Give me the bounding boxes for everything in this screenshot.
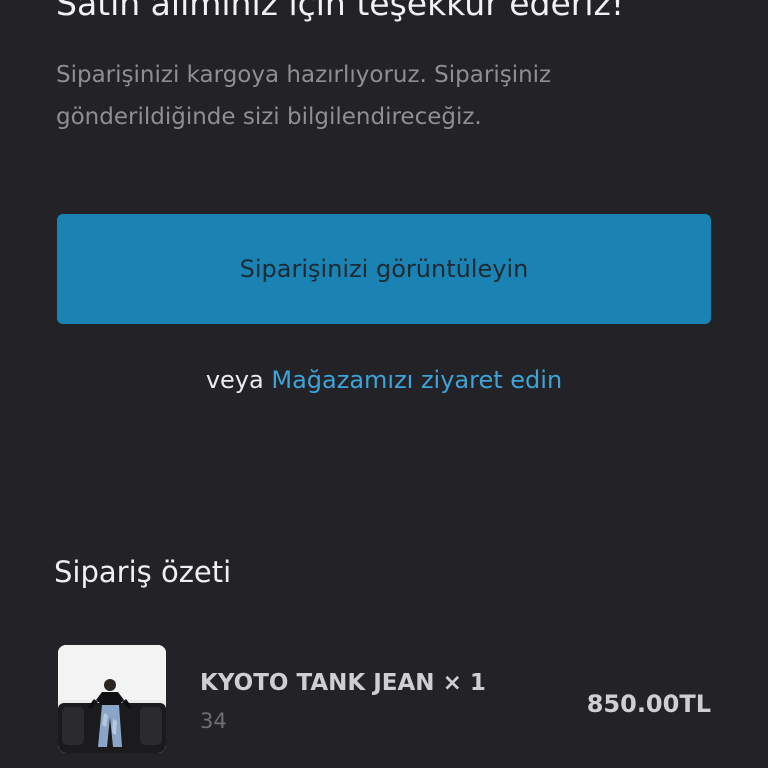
- order-summary-title: Sipariş özeti: [54, 555, 232, 589]
- alternative-action: veya Mağazamızı ziyaret edin: [0, 360, 768, 400]
- confirmation-message: Siparişinizi kargoya hazırlıyoruz. Sipar…: [56, 62, 552, 130]
- item-price: 850.00TL: [586, 690, 711, 718]
- item-name: KYOTO TANK JEAN × 1: [200, 670, 486, 696]
- product-thumbnail: [58, 645, 166, 753]
- view-order-button[interactable]: Siparişinizi görüntüleyin: [57, 214, 711, 324]
- page-title: Satın alımınız için teşekkür ederiz!: [56, 0, 625, 23]
- visit-store-link[interactable]: Mağazamızı ziyaret edin: [271, 366, 562, 394]
- item-variant: 34: [200, 709, 227, 733]
- or-text: veya: [205, 366, 264, 394]
- product-photo: [58, 645, 166, 753]
